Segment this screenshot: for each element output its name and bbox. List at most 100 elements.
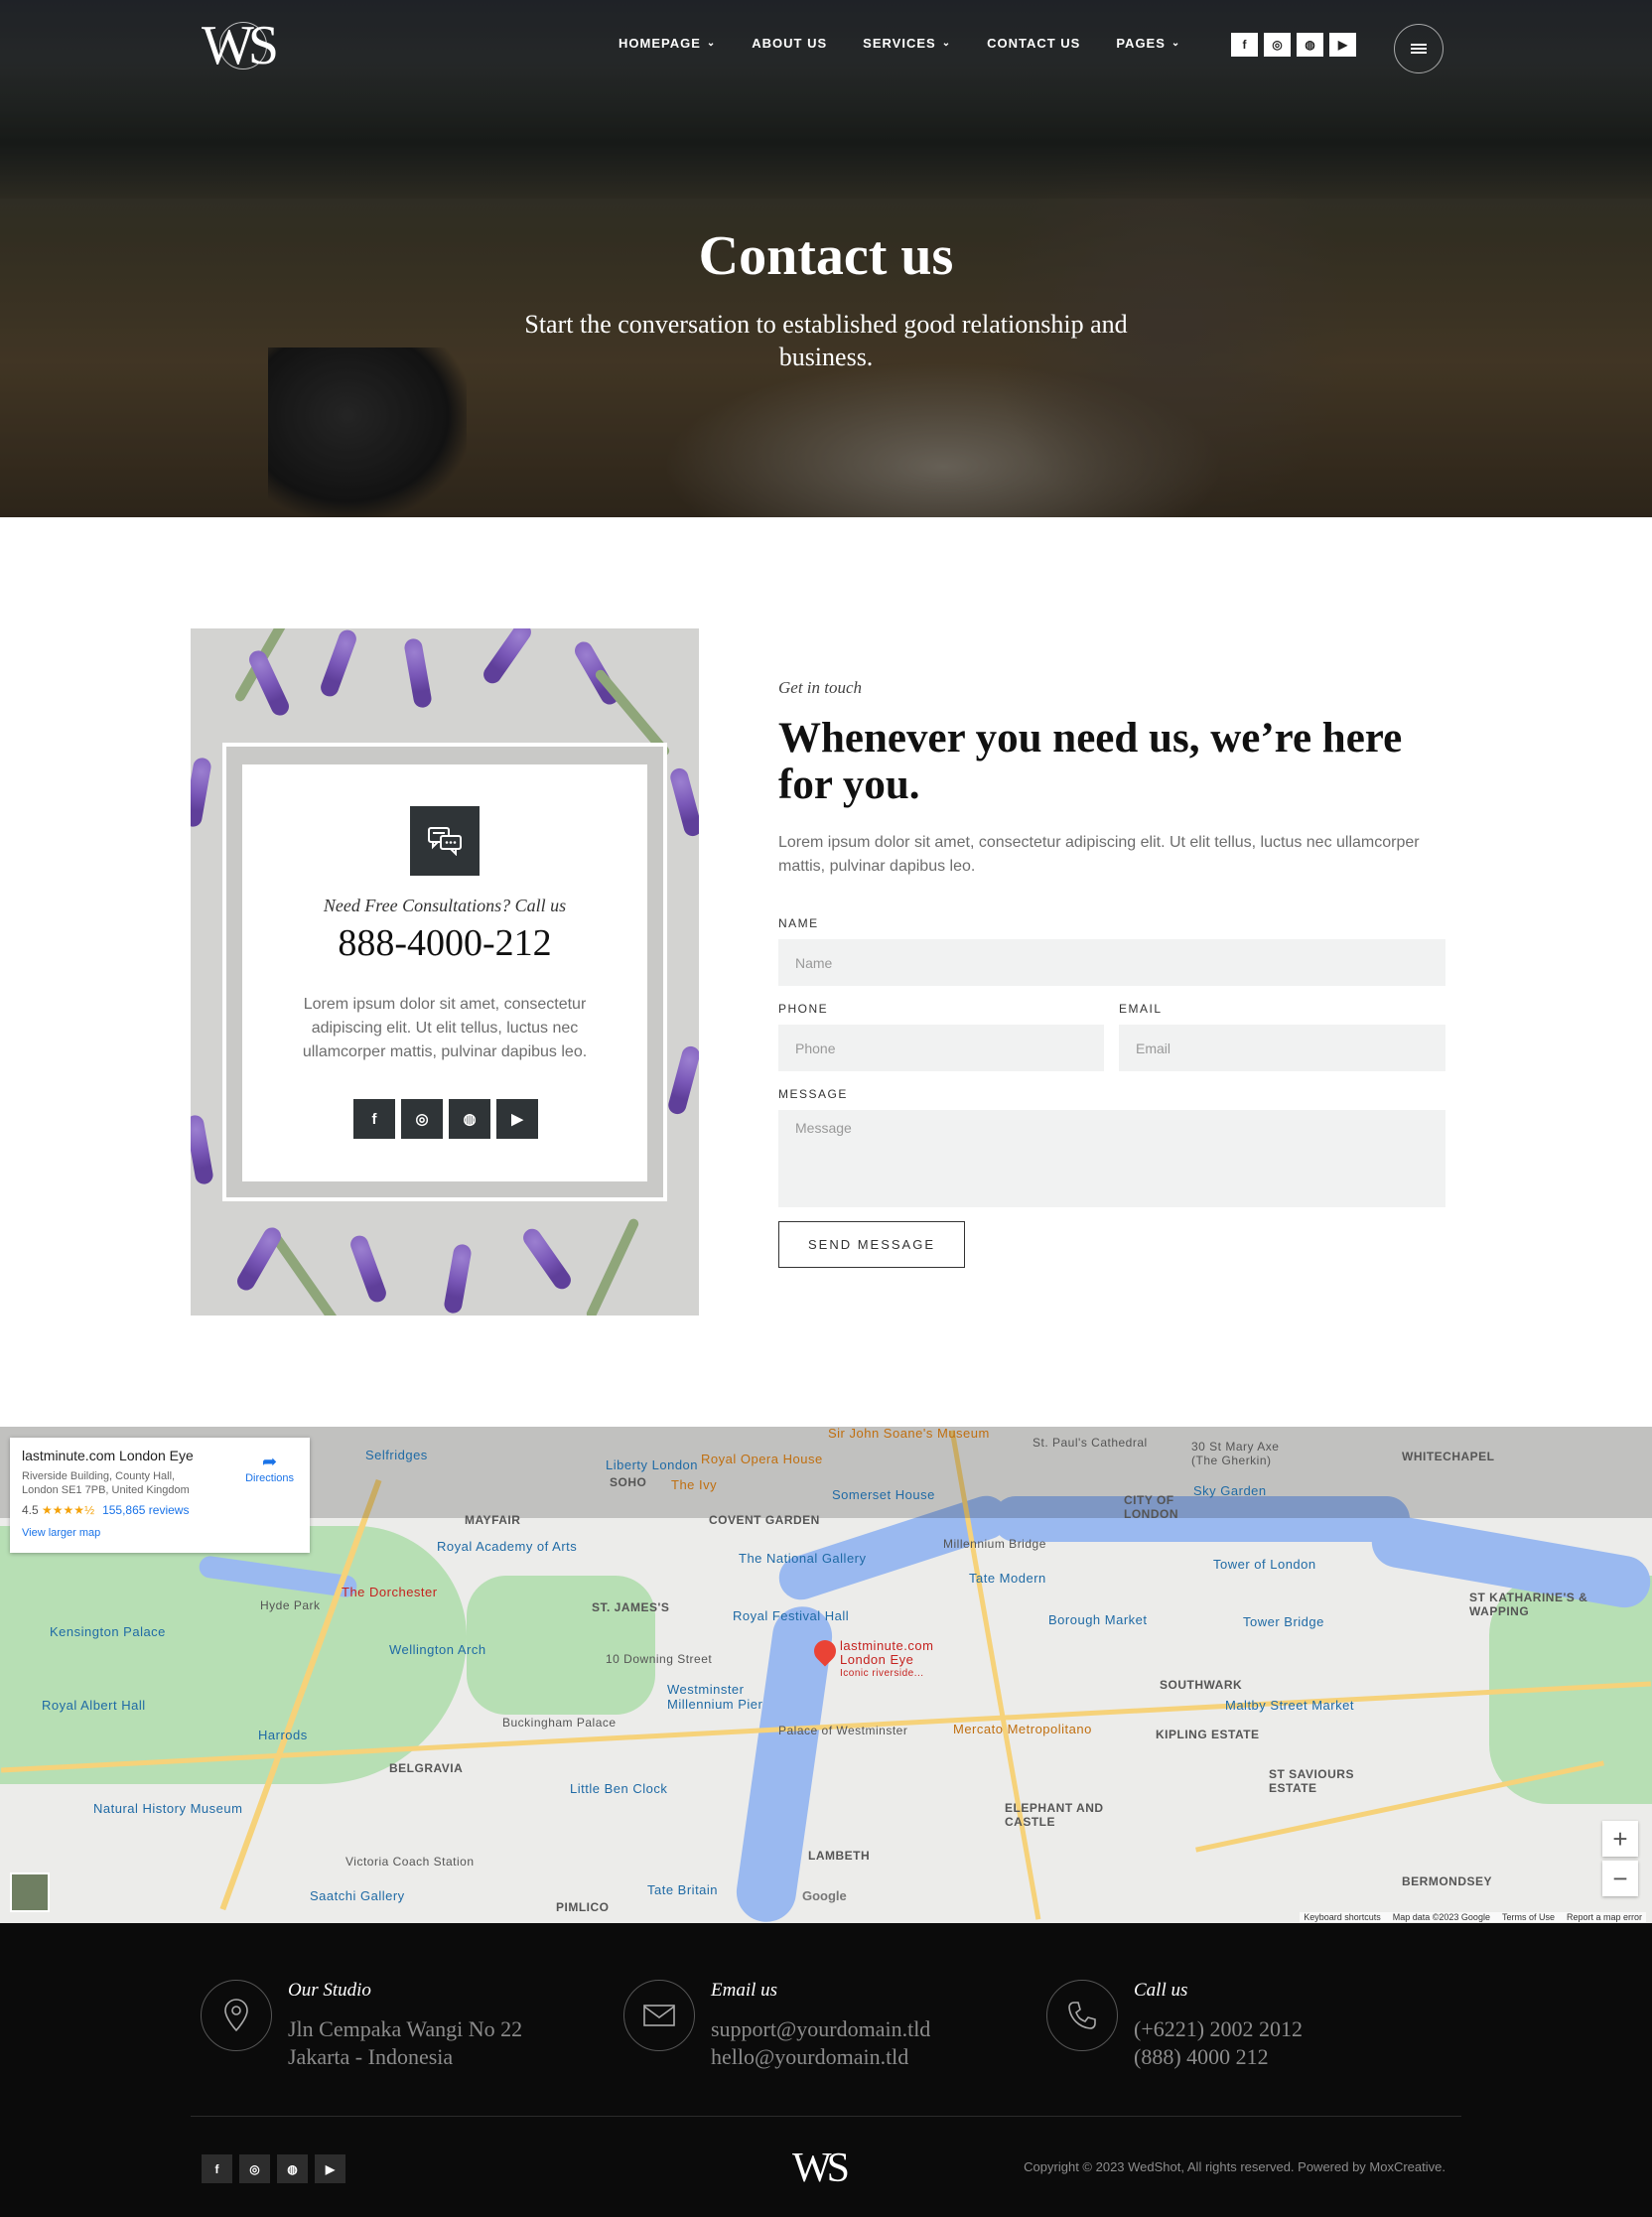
zoom-in-button[interactable]: + <box>1602 1821 1638 1857</box>
send-message-button[interactable]: SEND MESSAGE <box>778 1221 965 1268</box>
terms-link[interactable]: Terms of Use <box>1502 1912 1555 1922</box>
lavender-flower <box>443 1242 473 1316</box>
lavender-flower <box>191 756 212 829</box>
chat-icon <box>410 806 480 876</box>
page-subtitle: Start the conversation to established go… <box>524 310 1128 371</box>
keyboard-shortcuts-link[interactable]: Keyboard shortcuts <box>1304 1912 1381 1922</box>
map-park-green <box>467 1576 655 1715</box>
map-road <box>1195 1760 1604 1853</box>
instagram-icon[interactable]: ◎ <box>1264 33 1291 57</box>
footer-logo[interactable]: WS <box>792 2145 850 2192</box>
map-poi-label: Saatchi Gallery <box>310 1888 405 1903</box>
youtube-icon[interactable]: ▶ <box>496 1099 538 1139</box>
envelope-icon <box>623 1980 695 2051</box>
map-poi-label: Buckingham Palace <box>502 1716 617 1730</box>
map-poi-label: Sky Garden <box>1193 1483 1267 1498</box>
consult-phone[interactable]: 888-4000-212 <box>242 921 647 965</box>
map-poi-label: Royal Albert Hall <box>42 1698 146 1713</box>
lavender-flower <box>668 765 699 839</box>
map-poi-label: Maltby Street Market <box>1225 1698 1354 1713</box>
map-poi-label: 10 Downing Street <box>606 1652 713 1666</box>
map-poi-label: Royal Opera House <box>701 1452 823 1466</box>
directions-button[interactable]: ➦ Directions <box>245 1452 294 1484</box>
lavender-flower <box>318 628 359 699</box>
map-info-address: Riverside Building, County Hall, London … <box>22 1470 190 1496</box>
footer-studio-title: Our Studio <box>288 1980 371 2001</box>
zoom-out-button[interactable]: − <box>1602 1861 1638 1896</box>
map-area-label: WHITECHAPEL <box>1402 1450 1495 1463</box>
site-logo[interactable]: WS <box>202 14 279 77</box>
youtube-icon[interactable]: ▶ <box>315 2154 345 2183</box>
nav-contact-us[interactable]: CONTACT US <box>987 36 1080 51</box>
map-poi-label: The Ivy <box>671 1477 718 1492</box>
star-icon: ★★★★½ <box>42 1503 95 1517</box>
message-textarea[interactable]: Message <box>778 1110 1446 1207</box>
lavender-flower <box>666 1043 699 1117</box>
phone-label: PHONE <box>778 1002 829 1016</box>
map-info-rating: 4.5 ★★★★½ 155,865 reviews <box>22 1503 190 1517</box>
consultation-card: Need Free Consultations? Call us 888-400… <box>191 628 699 1316</box>
map-poi-label: Somerset House <box>832 1487 935 1502</box>
map-poi-label: Kensington Palace <box>50 1624 166 1639</box>
map-satellite-toggle[interactable] <box>10 1872 50 1912</box>
lavender-stem <box>269 1231 341 1316</box>
dribbble-icon[interactable]: ◍ <box>1297 33 1323 57</box>
footer-call-title: Call us <box>1134 1980 1188 2001</box>
facebook-icon[interactable]: f <box>353 1099 395 1139</box>
instagram-icon[interactable]: ◎ <box>239 2154 270 2183</box>
main-nav: HOMEPAGE ⌄ ABOUT US SERVICES ⌄ CONTACT US … <box>619 36 1216 51</box>
map-area-label: LAMBETH <box>808 1849 871 1863</box>
google-logo: Google <box>802 1888 847 1903</box>
facebook-icon[interactable]: f <box>1231 33 1258 57</box>
map-poi-label: The National Gallery <box>739 1551 867 1566</box>
map-area-label: ST. JAMES'S <box>592 1600 670 1614</box>
footer-phone-2[interactable]: (888) 4000 212 <box>1134 2043 1269 2071</box>
chevron-down-icon: ⌄ <box>941 38 952 49</box>
map-area-label: MAYFAIR <box>465 1513 521 1527</box>
map-poi-label: Victoria Coach Station <box>345 1855 475 1869</box>
map-poi-label: Tower of London <box>1213 1557 1316 1572</box>
footer-email-support[interactable]: support@yourdomain.tld <box>711 2015 930 2043</box>
phone-input[interactable]: Phone <box>778 1025 1104 1071</box>
map-poi-label: Tate Modern <box>969 1571 1046 1586</box>
view-larger-map-link[interactable]: View larger map <box>22 1527 298 1539</box>
map-attribution: Keyboard shortcuts Map data ©2023 Google… <box>1300 1912 1646 1922</box>
dribbble-icon[interactable]: ◍ <box>449 1099 490 1139</box>
map-poi-label: Tate Britain <box>647 1882 719 1897</box>
map-poi-label: Palace of Westminster <box>778 1724 908 1737</box>
email-input[interactable]: Email <box>1119 1025 1446 1071</box>
map-poi-label: Selfridges <box>365 1448 428 1462</box>
facebook-icon[interactable]: f <box>202 2154 232 2183</box>
instagram-icon[interactable]: ◎ <box>401 1099 443 1139</box>
nav-about-us[interactable]: ABOUT US <box>752 36 827 51</box>
lavender-stem <box>585 1217 640 1316</box>
nav-homepage[interactable]: HOMEPAGE ⌄ <box>619 36 716 51</box>
contact-intro: Lorem ipsum dolor sit amet, consectetur … <box>778 834 1420 875</box>
map-poi-label: Millennium Bridge <box>943 1537 1046 1551</box>
email-label: EMAIL <box>1119 1002 1163 1016</box>
map-reviews-link[interactable]: 155,865 reviews <box>102 1503 189 1517</box>
card-social-links: f ◎ ◍ ▶ <box>353 1099 538 1139</box>
footer-studio-line2: Jakarta - Indonesia <box>288 2044 454 2069</box>
location-pin-icon <box>201 1980 272 2051</box>
name-input[interactable]: Name <box>778 939 1446 986</box>
dribbble-icon[interactable]: ◍ <box>277 2154 308 2183</box>
map-area-label: BELGRAVIA <box>389 1761 464 1775</box>
footer-email-hello[interactable]: hello@yourdomain.tld <box>711 2043 908 2071</box>
report-error-link[interactable]: Report a map error <box>1567 1912 1642 1922</box>
map-area-label: ST SAVIOURS ESTATE <box>1269 1767 1354 1795</box>
name-label: NAME <box>778 916 819 930</box>
map-poi-label: Harrods <box>258 1728 308 1742</box>
youtube-icon[interactable]: ▶ <box>1329 33 1356 57</box>
contact-eyebrow: Get in touch <box>778 678 863 697</box>
nav-services[interactable]: SERVICES ⌄ <box>863 36 951 51</box>
hamburger-menu-button[interactable] <box>1394 24 1444 73</box>
map-area-label: BERMONDSEY <box>1402 1874 1493 1888</box>
map-marker-label: lastminute.com London Eye <box>840 1638 934 1667</box>
hamburger-icon <box>1411 44 1427 54</box>
nav-pages[interactable]: PAGES ⌄ <box>1116 36 1180 51</box>
header-social-links: f ◎ ◍ ▶ <box>1231 33 1356 57</box>
consult-label: Need Free Consultations? Call us <box>323 896 567 915</box>
footer-phone-1[interactable]: (+6221) 2002 2012 <box>1134 2015 1303 2043</box>
map-area-label: KIPLING ESTATE <box>1156 1728 1260 1741</box>
